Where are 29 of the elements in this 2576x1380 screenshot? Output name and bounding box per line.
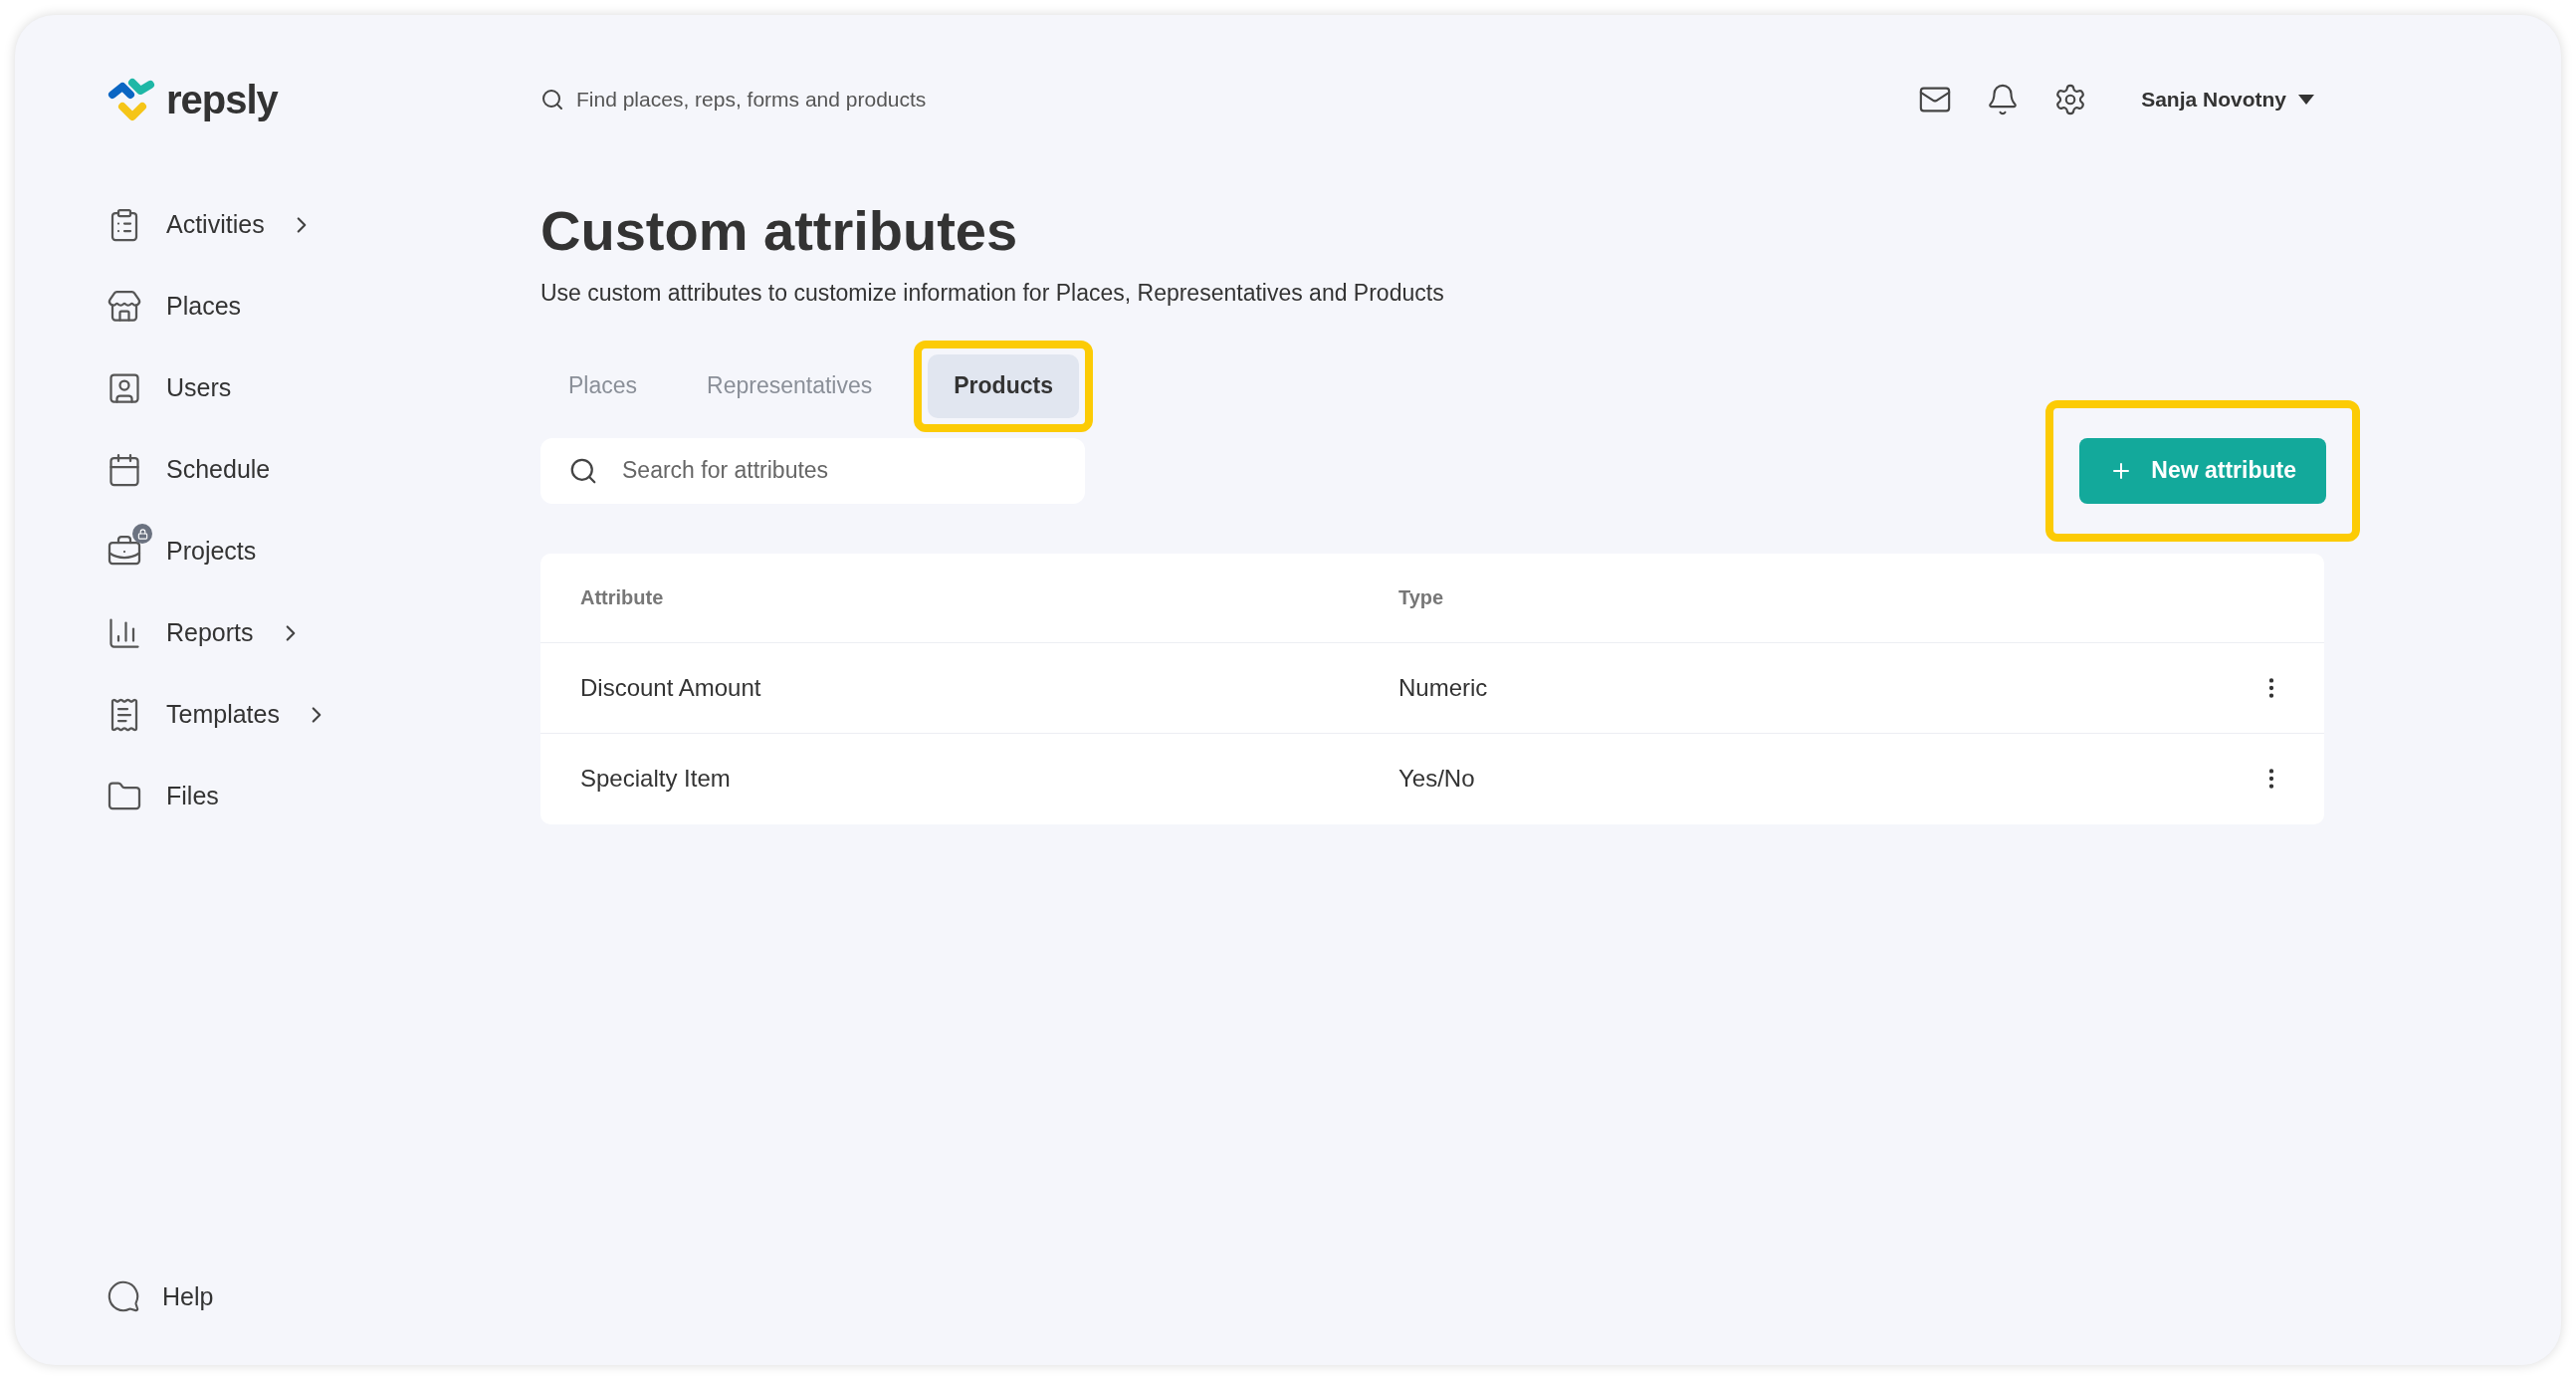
search-icon xyxy=(540,88,564,112)
table-cell-text: Discount Amount xyxy=(580,672,762,703)
page-description: Use custom attributes to customize information for Places, Representatives and Products xyxy=(540,279,1445,308)
global-search-field[interactable]: Find places, reps, forms and products xyxy=(576,84,1237,115)
sidebar-item[interactable]: Users xyxy=(107,347,523,429)
user-menu[interactable]: Sanja Novotny xyxy=(2141,84,2314,115)
help-link[interactable]: Help xyxy=(107,1277,523,1315)
calendar-icon xyxy=(107,452,142,488)
caret-icon xyxy=(2298,95,2314,105)
store-icon xyxy=(107,289,142,325)
sidebar-item[interactable]: Places xyxy=(107,266,523,347)
table-cell-text: Yes/No xyxy=(1398,764,1475,794)
chat-icon xyxy=(107,1279,140,1314)
sidebar-item[interactable]: Activities xyxy=(107,184,523,266)
logo-text: repsly xyxy=(166,77,278,123)
page-title: Custom attributes xyxy=(540,198,1019,264)
sidebar-item[interactable]: Projects xyxy=(107,511,523,592)
tab[interactable]: Products xyxy=(928,353,1079,418)
user-icon xyxy=(107,370,142,406)
attribute-search-field[interactable]: Search for attributes xyxy=(540,437,1085,504)
sidebar-item[interactable]: Reports xyxy=(107,592,523,674)
sidebar-item[interactable]: Templates xyxy=(107,674,523,756)
sidebar-item[interactable]: Files xyxy=(107,756,523,837)
table-cell-text: Specialty Item xyxy=(580,764,732,794)
sidebar-item[interactable]: Schedule xyxy=(107,429,523,511)
column-header: Attribute xyxy=(580,585,665,610)
column-header: Type xyxy=(1398,585,1444,610)
chart-icon xyxy=(107,615,142,651)
table-cell-text: Numeric xyxy=(1398,672,1488,703)
